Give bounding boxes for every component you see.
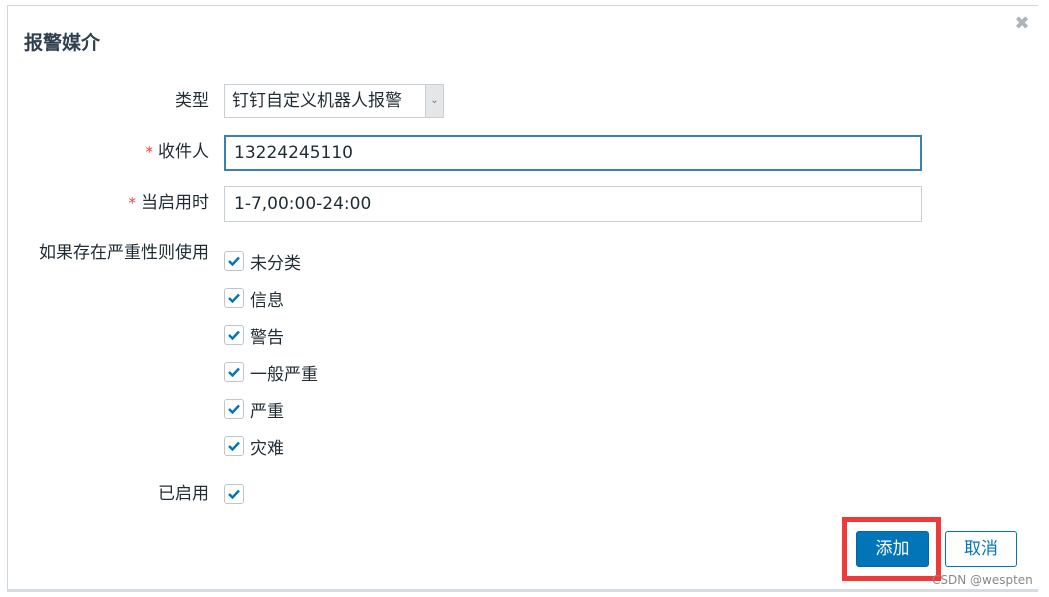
severity-option-label: 灾难 bbox=[250, 438, 284, 459]
severity-checkbox[interactable] bbox=[224, 325, 244, 345]
cancel-button[interactable]: 取消 bbox=[945, 531, 1017, 567]
media-dialog: 报警媒介 ✖ 类型 钉钉自定义机器人报警 ⌄ *收件人 *当启用时 如果存在严重… bbox=[7, 5, 1038, 589]
severity-checkbox[interactable] bbox=[224, 288, 244, 308]
chevron-down-icon[interactable]: ⌄ bbox=[425, 85, 443, 117]
checkmark-icon bbox=[228, 256, 240, 266]
checkmark-icon bbox=[228, 367, 240, 377]
severity-checkbox[interactable] bbox=[224, 436, 244, 456]
severity-option-label: 一般严重 bbox=[250, 364, 318, 385]
active-when-row: * 当启用时 bbox=[8, 186, 1038, 222]
type-select[interactable]: 钉钉自定义机器人报警 ⌄ bbox=[224, 84, 444, 118]
severity-label: 如果存在严重性则使用 bbox=[39, 243, 209, 263]
severity-option[interactable]: 警告 bbox=[224, 322, 284, 348]
required-mark: * bbox=[145, 143, 154, 161]
recipient-input[interactable] bbox=[224, 135, 922, 171]
close-icon[interactable]: ✖ bbox=[1012, 14, 1032, 34]
severity-option[interactable]: 一般严重 bbox=[224, 359, 318, 385]
severity-row: 如果存在严重性则使用 bbox=[8, 240, 1038, 274]
watermark: CSDN @wespten bbox=[932, 573, 1033, 587]
dialog-title: 报警媒介 bbox=[24, 32, 101, 54]
checkmark-icon bbox=[228, 293, 240, 303]
recipient-row: * 收件人 bbox=[8, 135, 1038, 171]
add-button[interactable]: 添加 bbox=[856, 531, 929, 567]
severity-option[interactable]: 灾难 bbox=[224, 433, 284, 459]
required-mark: * bbox=[128, 194, 137, 212]
severity-option[interactable]: 未分类 bbox=[224, 248, 301, 274]
checkmark-icon bbox=[228, 489, 240, 499]
severity-checkbox[interactable] bbox=[224, 362, 244, 382]
checkmark-icon bbox=[228, 441, 240, 451]
checkmark-icon bbox=[228, 330, 240, 340]
enabled-row: 已启用 bbox=[8, 481, 1038, 515]
enabled-label: 已启用 bbox=[158, 484, 209, 504]
active-when-label: * 当启用时 bbox=[128, 193, 210, 213]
enabled-checkbox[interactable] bbox=[224, 484, 244, 504]
checkmark-icon bbox=[228, 404, 240, 414]
severity-checkbox[interactable] bbox=[224, 399, 244, 419]
type-select-value: 钉钉自定义机器人报警 bbox=[232, 91, 402, 111]
severity-option-label: 严重 bbox=[250, 401, 284, 422]
recipient-label: * 收件人 bbox=[145, 142, 210, 162]
active-when-input[interactable] bbox=[224, 186, 922, 222]
severity-option-label: 警告 bbox=[250, 327, 284, 348]
severity-checkbox[interactable] bbox=[224, 251, 244, 271]
type-label: 类型 bbox=[175, 91, 209, 111]
severity-option-label: 未分类 bbox=[250, 253, 301, 274]
severity-option[interactable]: 严重 bbox=[224, 396, 284, 422]
severity-option[interactable]: 信息 bbox=[224, 285, 284, 311]
severity-option-label: 信息 bbox=[250, 290, 284, 311]
type-row: 类型 钉钉自定义机器人报警 ⌄ bbox=[8, 84, 1038, 118]
